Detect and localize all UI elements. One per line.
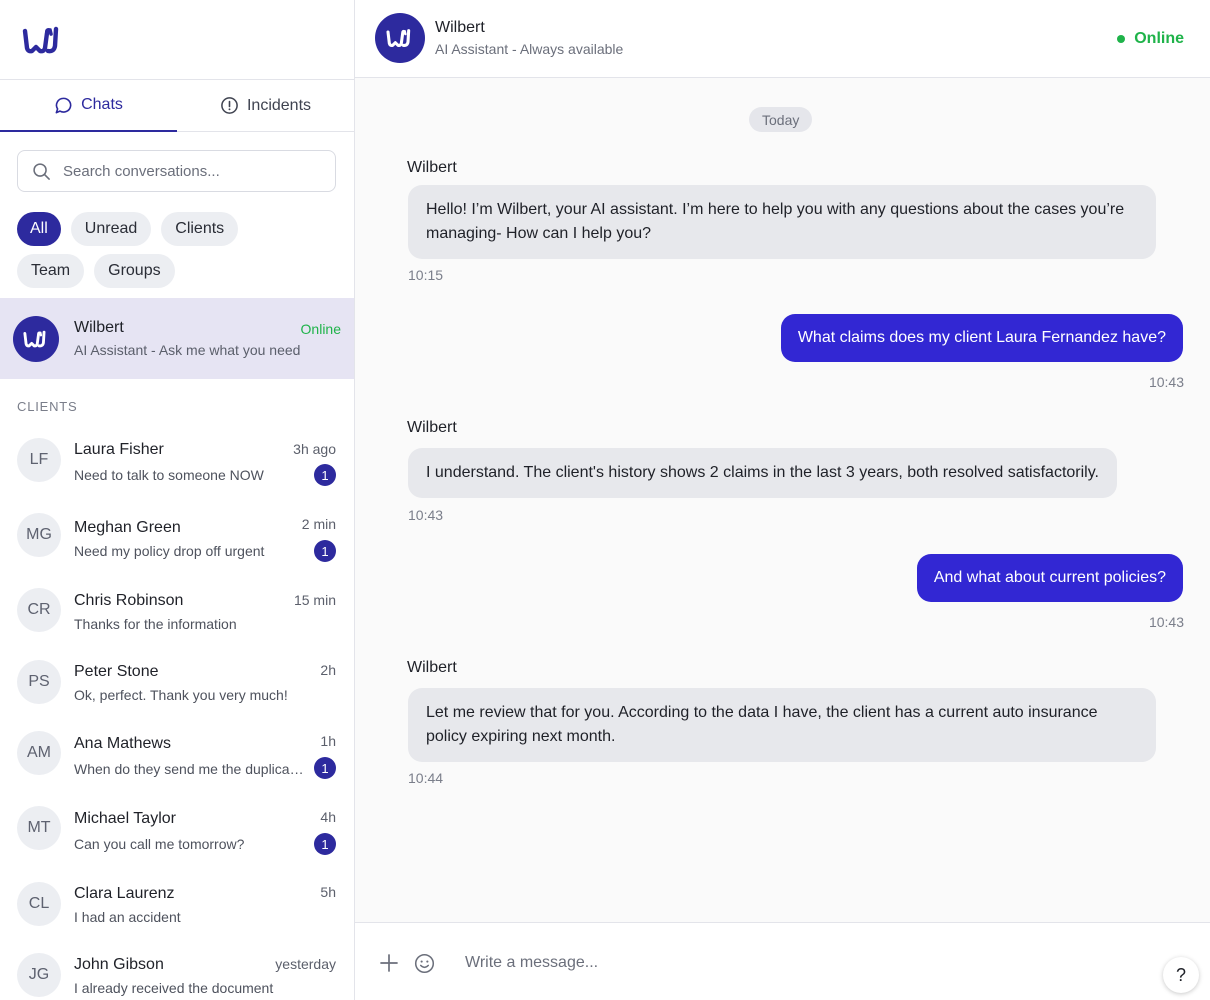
avatar: LF [17,438,61,482]
contact-time: 2h [320,662,336,678]
status-badge: Online [300,321,341,337]
contact-last-message: I already received the document [74,980,274,996]
chat-title: Wilbert [435,19,485,36]
avatar: JG [17,953,61,997]
contact-name: Laura Fisher [74,441,164,458]
list-item[interactable]: MG Meghan Green Need my policy drop off … [0,501,354,573]
contact-last-message: Can you call me tomorrow? [74,836,245,852]
contact-name: John Gibson [74,956,164,973]
sidebar: Chats Incidents All Unread Clients [0,0,355,1000]
contact-time: 1h [320,733,336,749]
filter-chips: All Unread Clients Team Groups [0,192,320,288]
chat-header: Wilbert AI Assistant - Always available … [355,0,1210,78]
contact-time: 2 min [301,516,336,532]
contact-name: Meghan Green [74,519,181,536]
message-input[interactable] [465,950,1105,976]
message-time: 10:43 [408,507,444,523]
help-button[interactable]: ? [1163,957,1199,993]
contact-last-message: I had an accident [74,909,181,925]
tab-incidents-label: Incidents [246,96,312,114]
filter-all[interactable]: All [17,212,61,246]
contact-time: 5h [320,884,336,900]
wilbert-logo-icon [386,29,411,47]
avatar [13,315,59,362]
outgoing-message: What claims does my client Laura Fernand… [780,314,1183,362]
alert-circle-icon [221,97,238,114]
contact-last-message: Need my policy drop off urgent [74,543,265,559]
avatar [375,13,425,63]
message-composer: ? [355,922,1210,1000]
incoming-message: Let me review that for you. According to… [408,688,1156,762]
contact-name: Chris Robinson [74,592,184,609]
online-dot-icon [1117,35,1126,43]
chat-panel: Wilbert AI Assistant - Always available … [355,0,1210,1000]
contact-last-message: Thanks for the information [74,616,237,632]
list-item[interactable]: PS Peter Stone Ok, perfect. Thank you ve… [0,647,354,719]
status-label: Online [1134,30,1184,47]
contact-time: 3h ago [293,441,336,457]
contact-last-message: Need to talk to someone NOW [74,467,264,483]
list-item[interactable]: AM Ana Mathews When do they send me the … [0,719,354,791]
contact-last-message: Ok, perfect. Thank you very much! [74,687,288,703]
contact-name: Peter Stone [74,663,159,680]
message-sender: Wilbert [407,419,457,436]
message-time: 10:15 [408,267,444,283]
avatar: MT [17,806,61,850]
filter-team[interactable]: Team [17,254,85,288]
contact-time: 15 min [293,592,336,608]
incoming-message: I understand. The client's history shows… [408,448,1117,498]
contact-last-message: When do they send me the duplicate of my… [74,761,307,777]
avatar: PS [17,660,61,704]
contact-name: Ana Mathews [74,735,171,752]
message-sender: Wilbert [407,159,457,176]
unread-badge: 1 [314,757,336,779]
unread-badge: 1 [314,464,336,486]
clients-section-label: CLIENTS [17,399,78,414]
chat-subtitle: AI Assistant - Always available [435,41,624,57]
contact-name: Clara Laurenz [74,885,175,902]
outgoing-message: And what about current policies? [916,554,1183,602]
pinned-chat-subtitle: AI Assistant - Ask me what you need [74,342,301,358]
tab-chats-label: Chats [81,96,123,113]
contact-name: Michael Taylor [74,810,176,827]
message-time: 10:43 [1148,614,1184,630]
tab-incidents[interactable]: Incidents [177,80,354,131]
sidebar-tabs: Chats Incidents [0,80,354,132]
search-box [17,150,336,192]
list-item[interactable]: CR Chris Robinson Thanks for the informa… [0,577,354,649]
tab-chats[interactable]: Chats [0,80,177,132]
incoming-message: Hello! I’m Wilbert, your AI assistant. I… [408,185,1156,259]
plus-icon[interactable] [379,953,399,973]
avatar: CL [17,882,61,926]
list-item[interactable]: CL Clara Laurenz I had an accident 5h [0,869,354,941]
avatar: MG [17,513,61,557]
app-window: Chats Incidents All Unread Clients [0,0,1210,1000]
contact-time: 4h [320,809,336,825]
message-time: 10:44 [408,770,444,786]
list-item[interactable]: MT Michael Taylor Can you call me tomorr… [0,794,354,866]
filter-unread[interactable]: Unread [70,212,152,246]
unread-badge: 1 [314,833,336,855]
status-badge: Online [1117,30,1184,48]
avatar: CR [17,588,61,632]
search-icon [33,162,50,180]
filter-clients[interactable]: Clients [161,212,239,246]
contact-time: yesterday [275,956,336,972]
day-separator: Today [749,107,813,132]
message-time: 10:43 [1148,374,1184,390]
chat-bubble-icon [55,97,72,113]
avatar: AM [17,731,61,775]
brand-header [0,0,354,80]
wilbert-logo-icon [22,26,59,53]
unread-badge: 1 [314,540,336,562]
message-sender: Wilbert [407,659,457,676]
pinned-chat-wilbert[interactable]: Wilbert AI Assistant - Ask me what you n… [0,298,354,379]
wilbert-logo-icon [23,330,46,347]
list-item[interactable]: LF Laura Fisher Need to talk to someone … [0,427,354,499]
search-input[interactable] [63,162,323,180]
emoji-icon[interactable] [414,953,435,974]
list-item[interactable]: JG John Gibson I already received the do… [0,941,354,1000]
filter-groups[interactable]: Groups [94,254,175,288]
